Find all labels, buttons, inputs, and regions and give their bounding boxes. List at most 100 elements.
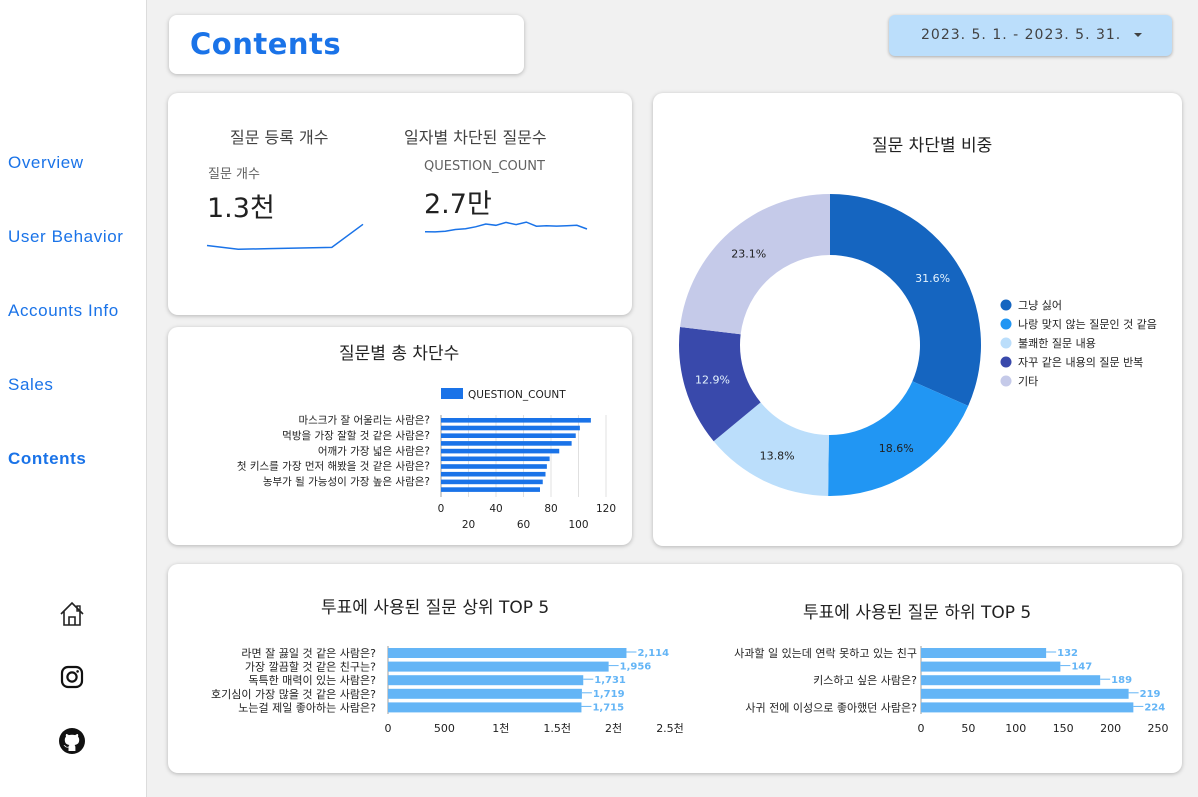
vote-top-chart: 2,114 1,956 1,731 1,719 1,715 라면 잘 끓일 것 같은 사람… bbox=[211, 646, 684, 735]
nav-item-contents[interactable]: Contents bbox=[8, 449, 86, 469]
category-label: 노는걸 제일 좋아하는 사람은? bbox=[238, 700, 376, 714]
instagram-icon[interactable] bbox=[58, 663, 86, 691]
kpi-blocked-title: 일자별 차단된 질문수 bbox=[404, 128, 547, 147]
category-label: 사과할 일 있는데 연락 못하고 있는 친구 bbox=[734, 646, 917, 660]
legend-label: 기타 bbox=[1018, 375, 1038, 388]
vote-top-title: 투표에 사용된 질문 상위 TOP 5 bbox=[321, 598, 550, 618]
bar bbox=[441, 471, 546, 477]
data-label: 147 bbox=[1071, 662, 1092, 673]
legend-label: 그냥 싫어 bbox=[1018, 299, 1062, 312]
nav-item-sales[interactable]: Sales bbox=[8, 375, 54, 395]
bar bbox=[441, 433, 576, 438]
legend-label: 나랑 맞지 않는 질문인 것 같음 bbox=[1018, 318, 1157, 331]
tick-label: 0 bbox=[918, 722, 925, 735]
sparkline bbox=[424, 221, 588, 233]
data-label: 1,715 bbox=[592, 702, 624, 713]
sparkline bbox=[206, 223, 364, 251]
bar bbox=[921, 688, 1129, 699]
nav-item-overview[interactable]: Overview bbox=[8, 153, 84, 173]
category-label: 첫 키스를 가장 먼저 해봤을 것 같은 사람은? bbox=[237, 460, 430, 473]
kpi-questions-value: 1.3천 bbox=[207, 193, 275, 224]
kpi-questions-label: 질문 개수 bbox=[208, 167, 260, 182]
tick-label: 0 bbox=[385, 722, 392, 735]
data-label: 1,731 bbox=[594, 675, 626, 686]
pie-value-label: 18.6% bbox=[879, 442, 914, 455]
bar bbox=[388, 702, 582, 713]
data-label: 219 bbox=[1140, 689, 1161, 700]
vote-bottom-title: 투표에 사용된 질문 하위 TOP 5 bbox=[803, 603, 1032, 623]
pie-value-label: 23.1% bbox=[731, 247, 766, 260]
category-label: 독특한 매력이 있는 사람은? bbox=[248, 674, 376, 687]
tick-label: 200 bbox=[1100, 722, 1121, 735]
pie-value-label: 13.8% bbox=[760, 450, 795, 463]
category-label: 농부가 될 가능성이 가장 높은 사람은? bbox=[263, 475, 430, 488]
bar bbox=[441, 487, 540, 492]
data-label: 1,956 bbox=[620, 662, 652, 673]
pie-slice bbox=[680, 194, 830, 335]
data-label: 1,719 bbox=[593, 689, 625, 700]
bar bbox=[441, 418, 591, 423]
legend-swatch bbox=[1000, 299, 1012, 311]
tick-label: 2천 bbox=[605, 721, 622, 735]
category-label: 먹방을 가장 잘할 것 같은 사람은? bbox=[282, 429, 430, 442]
nav-item-user-behavior[interactable]: User Behavior bbox=[8, 227, 124, 247]
category-label: 라면 잘 끓일 것 같은 사람은? bbox=[241, 646, 376, 660]
tick-label: 50 bbox=[961, 722, 975, 735]
block-count-card: 질문별 총 차단수 QUESTION_COUNT 마스크가 잘 어울리는 사람은?… bbox=[168, 327, 632, 545]
tick-label: 20 bbox=[462, 519, 475, 531]
pie-value-label: 31.6% bbox=[915, 272, 950, 285]
data-label: 2,114 bbox=[637, 648, 669, 659]
data-label: 189 bbox=[1111, 675, 1132, 686]
legend-label: QUESTION_COUNT bbox=[468, 389, 566, 401]
vote-bottom-chart: 132 147 189 219 224 사과할 일 있는데 연락 못하고 있는 친구키스하… bbox=[734, 646, 1169, 735]
category-label: 사귀 전에 이성으로 좋아했던 사람은? bbox=[745, 701, 917, 714]
blocked-sparkline bbox=[424, 221, 588, 233]
bar bbox=[441, 464, 547, 469]
nav-item-accounts-info[interactable]: Accounts Info bbox=[8, 301, 119, 321]
bar bbox=[921, 675, 1101, 686]
category-label: 키스하고 싶은 사람은? bbox=[813, 673, 917, 687]
sidebar: Overview User Behavior Accounts Info Sal… bbox=[0, 0, 147, 797]
bar bbox=[388, 675, 584, 686]
pie-card: 질문 차단별 비중 31.6% 18.6% 13.8% 12.9% 23.1% 그냥 싫어… bbox=[653, 93, 1182, 546]
vote-card: 투표에 사용된 질문 상위 TOP 5 투표에 사용된 질문 하위 TOP 5 … bbox=[168, 564, 1182, 773]
tick-label: 2.5천 bbox=[656, 721, 684, 735]
tick-label: 150 bbox=[1053, 722, 1074, 735]
block-count-title: 질문별 총 차단수 bbox=[339, 344, 460, 364]
bar bbox=[441, 448, 560, 454]
bar bbox=[441, 441, 572, 446]
legend-swatch bbox=[1000, 375, 1012, 387]
tick-label: 100 bbox=[568, 519, 588, 531]
legend-swatch bbox=[1000, 356, 1012, 368]
category-label: 어깨가 가장 넓은 사람은? bbox=[318, 444, 430, 457]
tick-label: 500 bbox=[434, 722, 455, 735]
bar bbox=[441, 456, 550, 462]
page-title: Contents bbox=[190, 27, 342, 61]
legend-swatch bbox=[441, 388, 463, 399]
bar bbox=[441, 425, 580, 431]
tick-label: 120 bbox=[596, 503, 616, 515]
data-label: 132 bbox=[1057, 648, 1078, 659]
questions-sparkline bbox=[206, 223, 364, 251]
date-range-picker[interactable]: 2023. 5. 1. - 2023. 5. 31. bbox=[889, 15, 1172, 56]
github-icon[interactable] bbox=[58, 727, 86, 755]
kpi-questions-title: 질문 등록 개수 bbox=[230, 128, 329, 147]
home-icon[interactable] bbox=[58, 600, 86, 628]
bar bbox=[388, 661, 609, 672]
category-label: 가장 깔끔할 것 같은 친구는? bbox=[245, 660, 376, 674]
legend-swatch bbox=[1000, 337, 1012, 349]
legend-label: 불쾌한 질문 내용 bbox=[1018, 337, 1096, 350]
kpi-blocked-label: QUESTION_COUNT bbox=[424, 159, 545, 174]
category-label: 호기심이 가장 많을 것 같은 사람은? bbox=[211, 688, 376, 701]
kpi-card: 질문 등록 개수 질문 개수 1.3천 일자별 차단된 질문수 QUESTION… bbox=[168, 93, 632, 315]
tick-label: 100 bbox=[1005, 722, 1026, 735]
tick-label: 1.5천 bbox=[543, 721, 571, 735]
legend-swatch bbox=[1000, 318, 1012, 330]
bar bbox=[921, 648, 1047, 658]
kpi-blocked-value: 2.7만 bbox=[424, 189, 492, 220]
tick-label: 60 bbox=[517, 519, 530, 531]
pie-slice bbox=[828, 381, 969, 496]
bar bbox=[921, 702, 1134, 713]
tick-label: 250 bbox=[1148, 722, 1169, 735]
pie-slice bbox=[830, 194, 981, 406]
